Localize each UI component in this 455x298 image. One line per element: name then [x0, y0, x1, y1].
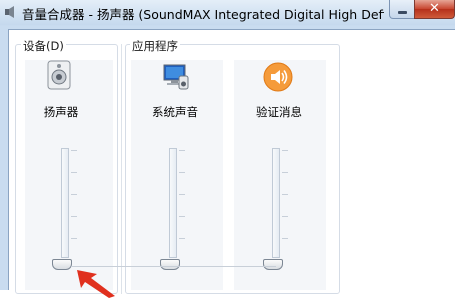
volume-mixer-app-icon	[5, 6, 14, 18]
system-sounds-volume-thumb[interactable]	[160, 259, 180, 270]
red-arrow-icon	[77, 270, 115, 298]
mixer-content: 设备(D) 扬声器 应用程序 系统声音 验证消息	[8, 29, 455, 298]
slider-link-line	[71, 266, 276, 267]
app-slider-ticks-1	[179, 150, 185, 258]
app-column-bg-2	[234, 60, 326, 290]
device-slider-ticks	[71, 150, 77, 258]
volume-mixer-window: 音量合成器 - 扬声器 (SoundMAX Integrated Digital…	[0, 0, 455, 298]
app-column-bg-1	[131, 60, 223, 290]
device-label: 扬声器	[43, 105, 79, 119]
close-icon: ✕	[429, 1, 440, 16]
group-separator	[121, 44, 122, 294]
system-sounds-icon[interactable]	[161, 62, 191, 92]
app-label-system-sounds: 系统声音	[152, 105, 198, 119]
notification-volume-thumb[interactable]	[263, 259, 283, 270]
device-column-bg	[25, 60, 113, 290]
system-sounds-volume-slider[interactable]	[169, 148, 177, 258]
notification-volume-slider[interactable]	[272, 148, 280, 258]
app-label-notification: 验证消息	[256, 105, 302, 119]
device-volume-slider[interactable]	[61, 148, 69, 258]
notification-sound-icon[interactable]	[263, 62, 293, 92]
device-group-label: 设备(D)	[21, 38, 66, 54]
window-title: 音量合成器 - 扬声器 (SoundMAX Integrated Digital…	[22, 7, 384, 22]
close-button[interactable]: ✕	[414, 0, 455, 19]
title-bar[interactable]: 音量合成器 - 扬声器 (SoundMAX Integrated Digital…	[0, 0, 455, 25]
device-volume-thumb[interactable]	[52, 259, 72, 270]
minimize-button[interactable]	[389, 0, 415, 19]
apps-group-label: 应用程序	[130, 38, 180, 54]
minimize-icon	[398, 11, 407, 14]
app-slider-ticks-2	[282, 150, 288, 258]
speaker-icon[interactable]	[47, 60, 71, 90]
